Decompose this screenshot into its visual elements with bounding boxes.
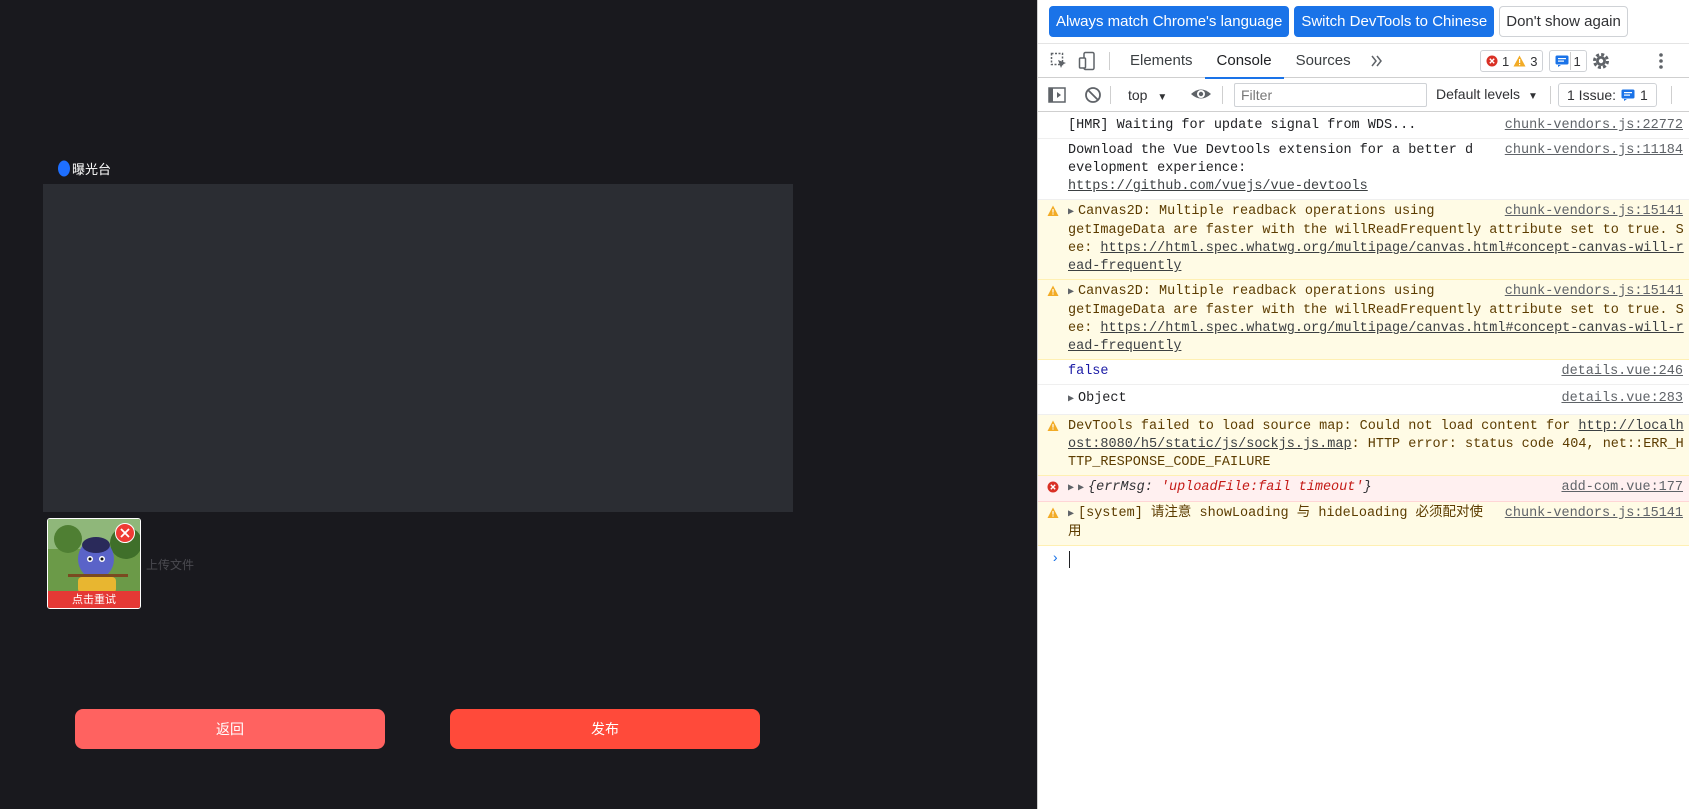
qq-penguin-icon — [58, 160, 70, 177]
expand-triangle-icon[interactable]: ▶ — [1068, 506, 1078, 524]
source-link[interactable]: chunk-vendors.js:15141 — [1505, 505, 1683, 523]
error-key: errMsg — [1096, 480, 1145, 495]
publish-button[interactable]: 发布 — [450, 709, 760, 749]
message-text: DevTools failed to load source map: Coul… — [1068, 419, 1579, 434]
source-link[interactable]: details.vue:283 — [1561, 390, 1683, 408]
error-value: 'uploadFile:fail timeout' — [1160, 480, 1364, 495]
warning-icon — [1513, 55, 1526, 67]
back-button[interactable]: 返回 — [75, 709, 385, 749]
source-link[interactable]: chunk-vendors.js:15141 — [1505, 283, 1683, 301]
console-warning: ▶ [system] 请注意 showLoading 与 hideLoading … — [1038, 502, 1689, 546]
message-icon — [1621, 89, 1635, 101]
close-icon — [120, 528, 130, 538]
message-text: [system] 请注意 showLoading 与 hideLoading 必… — [1068, 506, 1484, 540]
show-sidebar-icon[interactable] — [1043, 81, 1071, 109]
section-label-text: 曝光台 — [72, 163, 112, 178]
console-error: ▶ ▶ {errMsg: 'uploadFile:fail timeout'} ad… — [1038, 476, 1689, 502]
warning-icon — [1047, 420, 1059, 431]
source-link[interactable]: chunk-vendors.js:11184 — [1505, 142, 1683, 160]
expand-triangle-icon[interactable]: ▶ — [1068, 204, 1078, 222]
warning-count: 3 — [1530, 53, 1538, 69]
info-count: 1 — [1573, 53, 1581, 69]
language-infobar: Always match Chrome's language Switch De… — [1038, 0, 1689, 44]
console-toolbar: top ▼ Filter Default levels ▼ 1 Issue: 1 — [1038, 78, 1689, 112]
context-selector[interactable]: top ▼ — [1128, 87, 1167, 103]
section-label: 曝光台 — [58, 159, 111, 178]
device-toolbar-icon[interactable] — [1073, 47, 1101, 75]
expand-triangle-icon[interactable]: ▶ — [1068, 391, 1078, 409]
delete-image-button[interactable] — [115, 523, 135, 543]
message-text: [HMR] Waiting for update signal from WDS… — [1068, 118, 1417, 133]
message-link[interactable]: https://html.spec.whatwg.org/multipage/c… — [1068, 241, 1684, 274]
prompt-chevron-icon: › — [1051, 551, 1060, 567]
text-caret — [1069, 551, 1070, 568]
issues-count: 1 — [1640, 87, 1648, 103]
console-warning: ▶ Canvas2D: Multiple readback operations … — [1038, 280, 1689, 360]
match-chrome-language-button[interactable]: Always match Chrome's language — [1049, 6, 1290, 37]
dropdown-arrow-icon: ▼ — [1157, 92, 1168, 103]
dropdown-arrow-icon: ▼ — [1527, 91, 1538, 102]
tab-elements[interactable]: Elements — [1118, 44, 1205, 78]
error-icon — [1486, 55, 1498, 67]
message-text: Canvas2D: Multiple readback operations u… — [1078, 284, 1435, 299]
expand-triangle-icon[interactable]: ▶ — [1078, 480, 1088, 498]
console-warning: DevTools failed to load source map: Coul… — [1038, 415, 1689, 476]
devtools-tab-bar: Elements Console Sources 1 3 1 — [1038, 44, 1689, 79]
upload-file-hint[interactable]: 上传文件 — [146, 556, 194, 573]
issues-button[interactable]: 1 Issue: 1 — [1558, 83, 1657, 107]
settings-gear-icon[interactable] — [1591, 51, 1611, 76]
source-link[interactable]: add-com.vue:177 — [1561, 479, 1683, 497]
message-text[interactable]: Object — [1078, 391, 1127, 406]
tab-console[interactable]: Console — [1204, 44, 1284, 79]
more-options-icon[interactable] — [1658, 51, 1664, 76]
console-message: ▶ Object details.vue:283 — [1038, 385, 1689, 415]
log-levels-dropdown[interactable]: Default levels ▼ — [1436, 86, 1538, 102]
source-link[interactable]: details.vue:246 — [1561, 363, 1683, 381]
console-messages: [HMR] Waiting for update signal from WDS… — [1038, 112, 1689, 572]
uploaded-image-thumbnail[interactable]: 点击重试 — [47, 518, 141, 609]
inspect-element-icon[interactable] — [1045, 47, 1073, 75]
message-text: Download the Vue Devtools extension for … — [1068, 143, 1474, 176]
info-message-counter[interactable]: 1 — [1549, 50, 1587, 72]
message-icon — [1555, 55, 1569, 67]
retry-upload-label[interactable]: 点击重试 — [48, 591, 140, 608]
source-link[interactable]: chunk-vendors.js:15141 — [1505, 203, 1683, 221]
message-text: false — [1068, 364, 1109, 379]
error-icon — [1047, 481, 1059, 493]
message-link[interactable]: https://html.spec.whatwg.org/multipage/c… — [1068, 321, 1684, 354]
expand-triangle-icon[interactable]: ▶ — [1068, 284, 1078, 302]
tab-sources[interactable]: Sources — [1284, 44, 1363, 78]
console-message: false details.vue:246 — [1038, 360, 1689, 385]
console-message: Download the Vue Devtools extension for … — [1038, 139, 1689, 200]
more-tabs-chevron-icon[interactable] — [1363, 47, 1391, 75]
warning-icon — [1047, 205, 1059, 216]
devtools-panel: Always match Chrome's language Switch De… — [1037, 0, 1689, 809]
error-count: 1 — [1502, 53, 1510, 69]
levels-label: Default levels — [1436, 86, 1521, 102]
live-expression-eye-icon[interactable] — [1190, 83, 1212, 110]
switch-to-chinese-button[interactable]: Switch DevTools to Chinese — [1294, 6, 1495, 37]
expand-triangle-icon[interactable]: ▶ — [1068, 480, 1078, 498]
message-text: Canvas2D: Multiple readback operations u… — [1078, 204, 1435, 219]
warning-icon — [1047, 285, 1059, 296]
app-viewport: 曝光台 点击重试 上传文件 返回 发布 — [0, 0, 1037, 809]
error-warning-counter[interactable]: 1 3 — [1480, 50, 1544, 72]
console-prompt[interactable]: › — [1038, 546, 1689, 572]
clear-console-icon[interactable] — [1079, 81, 1107, 109]
console-warning: ▶ Canvas2D: Multiple readback operations … — [1038, 200, 1689, 280]
console-message: [HMR] Waiting for update signal from WDS… — [1038, 112, 1689, 139]
dont-show-again-button[interactable]: Don't show again — [1499, 6, 1628, 37]
context-value: top — [1128, 87, 1148, 103]
filter-input[interactable]: Filter — [1234, 83, 1427, 107]
message-link[interactable]: https://github.com/vuejs/vue-devtools — [1068, 179, 1368, 194]
warning-icon — [1047, 507, 1059, 518]
issues-label: 1 Issue: — [1567, 87, 1617, 103]
content-textarea[interactable] — [43, 184, 793, 512]
source-link[interactable]: chunk-vendors.js:22772 — [1505, 117, 1683, 135]
